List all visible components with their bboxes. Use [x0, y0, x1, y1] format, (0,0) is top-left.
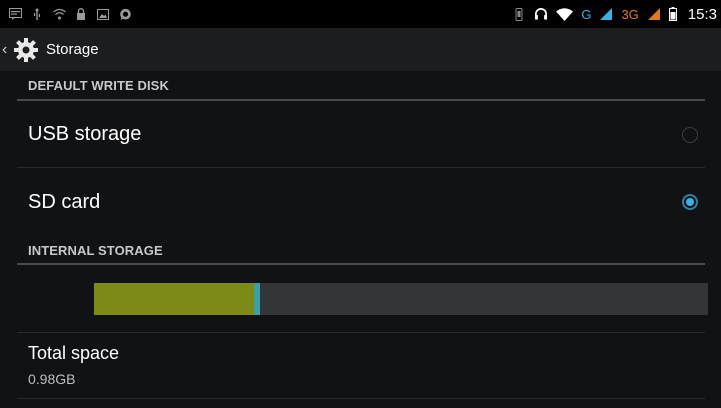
total-space-row[interactable]: Total space 0.98GB [17, 333, 705, 399]
signal-icon [599, 7, 613, 21]
section-header-internal-storage: INTERNAL STORAGE [17, 236, 705, 265]
image-icon [96, 7, 110, 21]
wifi-icon [556, 7, 574, 21]
battery-icon [669, 7, 678, 21]
settings-gear-icon[interactable] [12, 36, 40, 64]
total-space-value: 0.98GB [28, 371, 76, 387]
whatsapp-icon [118, 7, 132, 21]
wifi-notification-icon [52, 7, 66, 21]
action-bar: ‹ Storage [0, 28, 721, 71]
page-title: Storage [46, 41, 99, 58]
section-header-default-write-disk: DEFAULT WRITE DISK [17, 71, 705, 101]
clock: 15:3 [687, 5, 717, 23]
storage-settings-screen: G 3G 15:3 ‹ Storage DEFAULT WRITE DISK U… [0, 0, 721, 408]
status-bar: G 3G 15:3 [0, 0, 721, 28]
option-label: USB storage [28, 123, 142, 145]
total-space-label: Total space [28, 343, 120, 363]
storage-usage-bar [94, 283, 708, 315]
section-header-label: INTERNAL STORAGE [28, 243, 163, 258]
status-bar-notifications [8, 7, 132, 21]
usb-icon [30, 7, 44, 21]
status-bar-system: G 3G 15:3 [512, 6, 717, 23]
sd-card-radio[interactable] [682, 194, 698, 210]
headset-icon [534, 7, 548, 21]
signal-icon-2 [647, 7, 661, 21]
back-caret-icon[interactable]: ‹ [2, 41, 12, 58]
usage-segment-other [253, 283, 260, 315]
option-usb-storage[interactable]: USB storage [17, 102, 705, 168]
option-sd-card[interactable]: SD card [17, 169, 705, 235]
option-label: SD card [28, 190, 101, 213]
section-header-label: DEFAULT WRITE DISK [28, 78, 169, 93]
lock-icon [74, 7, 88, 21]
usb-storage-radio[interactable] [682, 126, 698, 143]
vibrate-icon [512, 7, 526, 21]
message-icon [8, 7, 22, 21]
usage-segment-apps [94, 283, 254, 315]
storage-usage-row [17, 266, 708, 333]
network-type-3g: 3G [621, 6, 639, 22]
network-type-g: G [581, 6, 592, 22]
